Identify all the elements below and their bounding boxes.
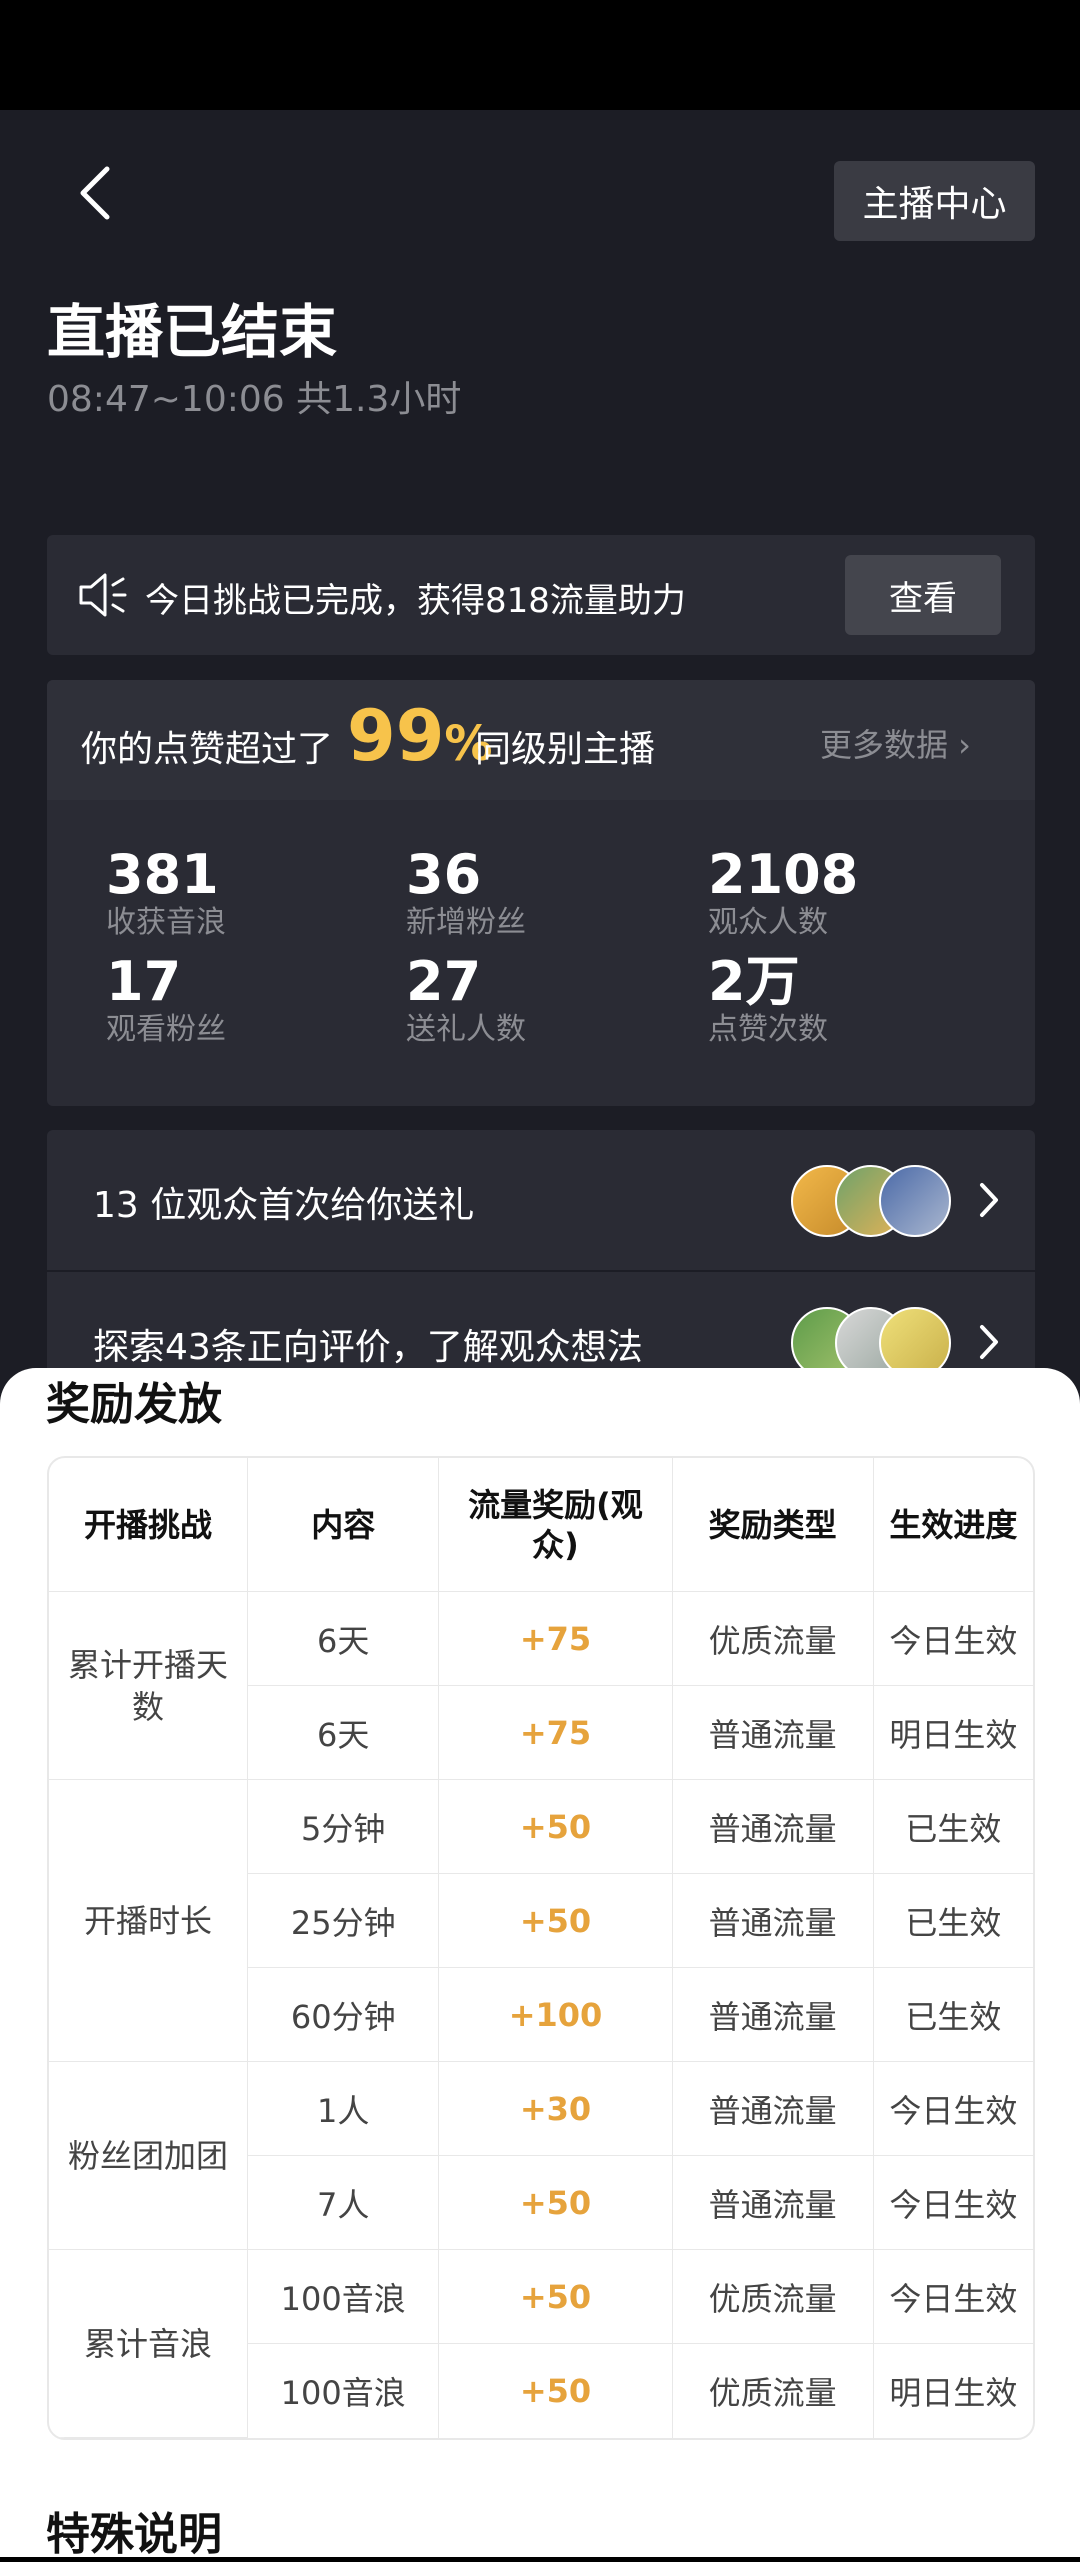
type-cell: 优质流量	[672, 2250, 874, 2344]
flow-cell: +50	[439, 2344, 673, 2438]
column-header: 奖励类型	[672, 1458, 874, 1592]
type-cell: 普通流量	[672, 2062, 874, 2156]
column-header: 流量奖励(观众)	[439, 1458, 673, 1592]
chevron-left-icon	[80, 166, 110, 220]
card-text: 探索43条正向评价，了解观众想法	[93, 1327, 643, 1368]
flow-cell: +30	[439, 2062, 673, 2156]
first-gift-card[interactable]: 13 位观众首次给你送礼	[47, 1130, 1035, 1270]
type-cell: 优质流量	[672, 1592, 874, 1686]
speaker-icon	[79, 573, 127, 617]
chevron-right-icon	[980, 1325, 998, 1359]
flow-cell: +50	[439, 2156, 673, 2250]
status-cell: 今日生效	[873, 2250, 1033, 2344]
status-cell: 明日生效	[889, 2374, 1018, 2412]
group-cell: 累计开播天数	[49, 1592, 249, 1780]
ranking-percent: 99%	[347, 695, 493, 777]
page-title: 直播已结束	[47, 298, 338, 366]
status-cell: 今日生效	[873, 1592, 1033, 1686]
type-cell: 普通流量	[672, 1780, 874, 1874]
avatar	[879, 1165, 951, 1237]
status-cell: 已生效	[873, 1780, 1033, 1874]
group-cell: 粉丝团加团	[49, 2062, 249, 2250]
flow-cell: +50	[439, 1874, 673, 1968]
table-header-row: 开播挑战 内容 流量奖励(观众) 奖励类型 生效进度	[49, 1458, 1033, 1592]
table-row: 粉丝团加团 1人 +30 普通流量 今日生效	[49, 2062, 1033, 2250]
more-data-link[interactable]: 更多数据 ›	[820, 720, 971, 766]
reward-table: 开播挑战 内容 流量奖励(观众) 奖励类型 生效进度 累计开播天数 6天 +75…	[47, 1456, 1035, 2440]
ranking-prefix: 你的点赞超过了	[81, 729, 334, 770]
type-cell: 优质流量	[673, 2344, 874, 2438]
special-notes-title: 特殊说明	[46, 2509, 222, 2560]
stat-item: 17 观看粉丝	[106, 950, 226, 1048]
stat-item: 27 送礼人数	[406, 950, 526, 1048]
stat-item: 2万 点赞次数	[708, 950, 828, 1048]
stat-item: 36 新增粉丝	[406, 843, 526, 941]
reward-sheet[interactable]: 奖励发放 开播挑战 内容 流量奖励(观众) 奖励类型 生效进度 累计开播天数 6…	[0, 1368, 1080, 2560]
column-header: 开播挑战	[49, 1458, 249, 1592]
back-button[interactable]	[60, 158, 130, 228]
table-row: 累计开播天数 6天 +75 优质流量 今日生效	[49, 1592, 1033, 1780]
content-cell: 100音浪	[248, 2344, 440, 2438]
content-cell: 7人	[248, 2156, 440, 2250]
type-cell: 普通流量	[672, 2156, 874, 2250]
column-header: 生效进度	[873, 1458, 1033, 1592]
table-row: 累计音浪 100音浪 +50 优质流量 今日生效	[49, 2250, 1033, 2438]
challenge-banner: 今日挑战已完成，获得818流量助力 查看	[47, 535, 1035, 655]
like-ranking: 你的点赞超过了 99% 同级别主播 更多数据 ›	[47, 680, 1035, 800]
content-cell: 1人	[248, 2062, 440, 2156]
reward-section-title: 奖励发放	[46, 1379, 222, 1430]
column-header: 内容	[248, 1458, 440, 1592]
type-cell: 普通流量	[672, 1686, 874, 1780]
flow-cell: +50	[439, 2250, 673, 2344]
flow-cell: +100	[439, 1968, 673, 2062]
group-cell: 开播时长	[49, 1780, 249, 2062]
challenge-text: 今日挑战已完成，获得818流量助力	[145, 581, 686, 621]
view-button[interactable]: 查看	[845, 555, 1001, 635]
flow-cell: +50	[439, 1780, 673, 1874]
status-cell: 已生效	[873, 1968, 1033, 2062]
flow-cell: +75	[439, 1686, 673, 1780]
group-cell: 累计音浪	[49, 2250, 249, 2438]
host-center-button[interactable]: 主播中心	[834, 161, 1035, 241]
content-cell: 100音浪	[248, 2250, 440, 2344]
status-cell: 已生效	[873, 1874, 1033, 1968]
table-row: 开播时长 5分钟 +50 普通流量 已生效	[49, 1780, 1033, 2062]
card-text: 13 位观众首次给你送礼	[93, 1185, 475, 1226]
status-cell: 明日生效	[873, 1686, 1033, 1780]
flow-cell: +75	[439, 1592, 673, 1686]
chevron-right-icon	[980, 1183, 998, 1217]
content-cell: 60分钟	[248, 1968, 440, 2062]
content-cell: 6天	[248, 1592, 440, 1686]
stat-item: 381 收获音浪	[106, 843, 226, 941]
content-cell: 5分钟	[248, 1780, 440, 1874]
live-time-range: 08:47~10:06 共1.3小时	[47, 379, 462, 420]
content-cell: 25分钟	[248, 1874, 440, 1968]
type-cell: 普通流量	[672, 1874, 874, 1968]
ranking-suffix: 同级别主播	[475, 729, 656, 770]
status-cell: 今日生效	[873, 2062, 1033, 2156]
avatar-group	[791, 1165, 961, 1237]
content-cell: 6天	[248, 1686, 440, 1780]
status-bar	[0, 0, 1080, 110]
stats-card: 你的点赞超过了 99% 同级别主播 更多数据 › 381 收获音浪 36 新增粉丝 …	[47, 680, 1035, 1106]
stat-item: 2108 观众人数	[708, 843, 859, 941]
status-cell: 今日生效	[873, 2156, 1033, 2250]
type-cell: 普通流量	[672, 1968, 874, 2062]
